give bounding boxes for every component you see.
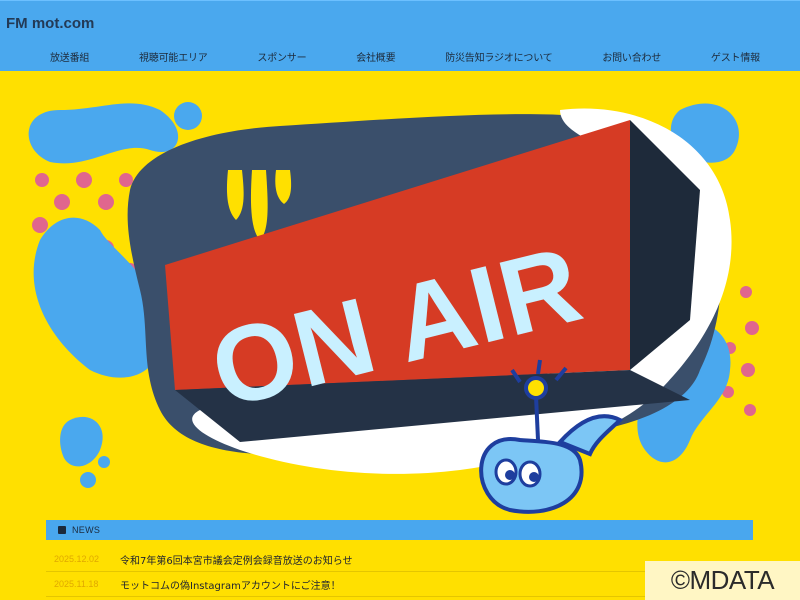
site-header: FM mot.com 放送番組 視聴可能エリア スポンサー 会社概要 防災告知ラ… bbox=[0, 0, 800, 71]
nav-item-guests[interactable]: ゲスト情報 bbox=[711, 49, 760, 69]
news-section-title: NEWS bbox=[72, 525, 101, 535]
copyright-watermark: ©MDATA bbox=[645, 561, 800, 600]
news-header-bar: NEWS bbox=[46, 520, 753, 540]
nav-item-contact[interactable]: お問い合わせ bbox=[602, 49, 661, 69]
nav-item-disaster-radio[interactable]: 防災告知ラジオについて bbox=[445, 49, 553, 69]
news-item-link[interactable]: 令和7年第6回本宮市議会定例会録音放送のお知らせ bbox=[120, 552, 353, 567]
news-item-link[interactable]: モットコムの偽Instagramアカウントにご注意！ bbox=[120, 577, 341, 592]
hero-illustration: ON AIR bbox=[28, 102, 759, 514]
nav-item-sponsors[interactable]: スポンサー bbox=[257, 49, 306, 69]
nav-item-programs[interactable]: 放送番組 bbox=[50, 49, 89, 69]
main-nav: 放送番組 視聴可能エリア スポンサー 会社概要 防災告知ラジオについて お問い合… bbox=[0, 49, 800, 69]
hero-banner: ON AIR bbox=[0, 70, 800, 520]
nav-item-coverage-area[interactable]: 視聴可能エリア bbox=[139, 49, 208, 69]
nav-item-company[interactable]: 会社概要 bbox=[356, 49, 395, 69]
rss-icon bbox=[58, 526, 66, 534]
news-item-date: 2025.11.18 bbox=[54, 579, 99, 589]
site-logo[interactable]: FM mot.com bbox=[6, 15, 94, 32]
news-item-date: 2025.12.02 bbox=[54, 554, 100, 564]
